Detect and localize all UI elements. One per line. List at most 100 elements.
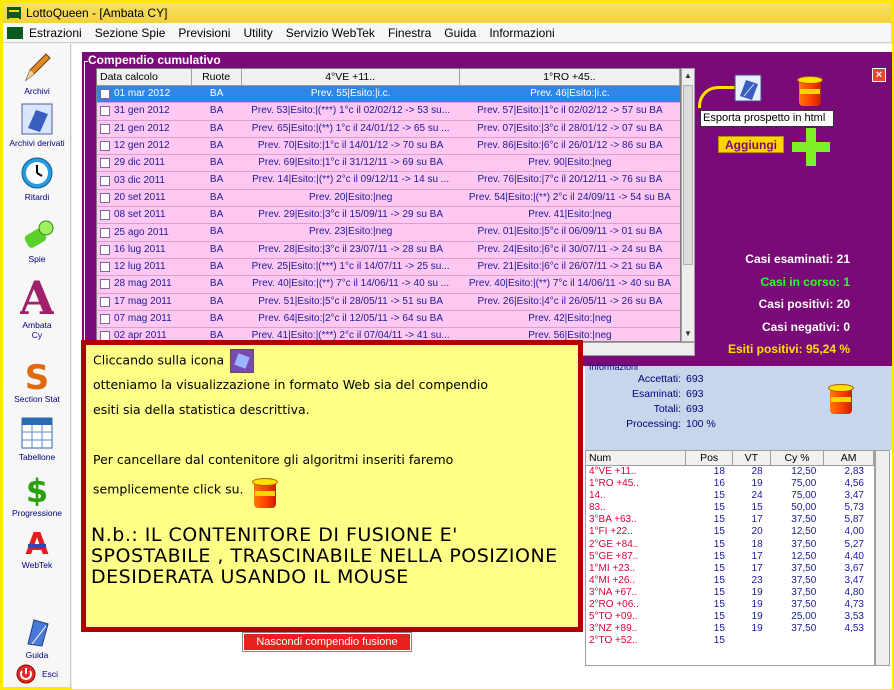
- row-checkbox[interactable]: [100, 244, 110, 255]
- compendio-vertical-scrollbar[interactable]: ▲ ▼: [681, 68, 695, 342]
- table-row[interactable]: 07 mag 2011 BA Prev. 64|Esito:|2°c il 12/0…: [97, 311, 680, 329]
- sidebar-item-esci[interactable]: Esci: [3, 664, 71, 684]
- table-row[interactable]: 25 ago 2011 BA Prev. 23|Esito:|neg Prev. 01…: [97, 224, 680, 242]
- sidebar-item-tabellone[interactable]: Tabellone: [3, 416, 71, 462]
- date-cell[interactable]: 03 dic 2011: [97, 172, 192, 188]
- column-header[interactable]: Num: [586, 451, 687, 465]
- table-row[interactable]: 12 gen 2012 BA Prev. 70|Esito:|1°c il 14/0…: [97, 138, 680, 156]
- column-header[interactable]: Pos: [686, 451, 733, 465]
- table-row[interactable]: 12 lug 2011 BA Prev. 25|Esito:|(***) 1°c i…: [97, 259, 680, 277]
- date-cell[interactable]: 20 set 2011: [97, 190, 192, 206]
- scroll-down-arrow-icon[interactable]: ▼: [682, 327, 694, 341]
- table-row[interactable]: 4°VE +11.. 18 28 12,50 2,83: [586, 466, 874, 478]
- row-checkbox[interactable]: [100, 227, 110, 238]
- date-cell[interactable]: 28 mag 2011: [97, 276, 192, 292]
- note-line-5: semplicemente click su.: [93, 481, 244, 497]
- table-row[interactable]: 01 mar 2012 BA Prev. 55|Esito:|i.c. Prev. 4…: [97, 86, 680, 104]
- menu-guida[interactable]: Guida: [444, 26, 476, 40]
- trash-bucket-icon[interactable]: [828, 384, 854, 414]
- row-checkbox[interactable]: [100, 192, 110, 203]
- column-header[interactable]: 4°VE +11..: [242, 69, 460, 85]
- row-checkbox[interactable]: [100, 210, 110, 221]
- table-row[interactable]: 2°TO +52.. 15: [586, 635, 874, 647]
- trash-bucket-icon[interactable]: [797, 76, 823, 106]
- table-row[interactable]: 1°RO +45.. 16 19 75,00 4,56: [586, 478, 874, 490]
- scroll-thumb[interactable]: [683, 85, 693, 265]
- menu-informazioni[interactable]: Informazioni: [489, 26, 554, 40]
- statistics-scrollbar[interactable]: [875, 450, 890, 666]
- sidebar-item-guida[interactable]: Guida: [3, 614, 71, 660]
- date-cell[interactable]: 17 mag 2011: [97, 294, 192, 310]
- table-row[interactable]: 20 set 2011 BA Prev. 20|Esito:|neg Prev. 54…: [97, 190, 680, 208]
- annotation-note[interactable]: Cliccando sulla icona otteniamo la visua…: [81, 340, 583, 632]
- sidebar-item-webtek[interactable]: A WebTek: [3, 524, 71, 570]
- menu-finestra[interactable]: Finestra: [388, 26, 431, 40]
- menu-app-icon[interactable]: [7, 26, 23, 39]
- menu-previsioni[interactable]: Previsioni: [178, 26, 230, 40]
- sidebar-item-ambata-cy[interactable]: A Ambata Cy: [3, 271, 71, 340]
- sidebar-item-archivi[interactable]: Archivi: [3, 50, 71, 96]
- table-row[interactable]: 03 dic 2011 BA Prev. 14|Esito:|(**) 2°c il…: [97, 172, 680, 190]
- table-row[interactable]: 83.. 15 15 50,00 5,73: [586, 502, 874, 514]
- table-row[interactable]: 17 mag 2011 BA Prev. 51|Esito:|5°c il 28/0…: [97, 294, 680, 311]
- table-row[interactable]: 29 dic 2011 BA Prev. 69|Esito:|1°c il 31/1…: [97, 155, 680, 173]
- row-checkbox[interactable]: [100, 106, 110, 117]
- table-row[interactable]: 4°MI +26.. 15 23 37,50 3,47: [586, 575, 874, 587]
- date-cell[interactable]: 08 set 2011: [97, 207, 192, 223]
- table-row[interactable]: 2°RO +06.. 15 19 37,50 4,73: [586, 599, 874, 611]
- date-cell[interactable]: 29 dic 2011: [97, 155, 192, 171]
- close-button[interactable]: ×: [872, 68, 886, 82]
- sidebar-item-progressione[interactable]: $ Progressione: [3, 472, 71, 518]
- scroll-up-arrow-icon[interactable]: ▲: [682, 69, 694, 83]
- export-html-icon[interactable]: [734, 74, 762, 102]
- row-checkbox[interactable]: [100, 279, 110, 290]
- row-checkbox[interactable]: [100, 262, 110, 273]
- menu-servizio-webtek[interactable]: Servizio WebTek: [286, 26, 375, 40]
- sidebar-item-section-stat[interactable]: S Section Stat: [3, 358, 71, 404]
- table-row[interactable]: 5°GE +87.. 15 17 12,50 4,40: [586, 551, 874, 563]
- table-row[interactable]: 3°BA +63.. 15 17 37,50 5,87: [586, 514, 874, 526]
- date-cell[interactable]: 21 gen 2012: [97, 121, 192, 137]
- row-checkbox[interactable]: [100, 175, 110, 186]
- table-row[interactable]: 16 lug 2011 BA Prev. 28|Esito:|3°c il 23/0…: [97, 242, 680, 259]
- row-checkbox[interactable]: [100, 158, 110, 169]
- column-header[interactable]: Data calcolo: [97, 69, 192, 85]
- sidebar-item-spie[interactable]: Spie: [3, 218, 71, 264]
- menu-estrazioni[interactable]: Estrazioni: [29, 26, 82, 40]
- aggiungi-button[interactable]: Aggiungi: [718, 136, 784, 153]
- column-header[interactable]: VT: [733, 451, 771, 465]
- table-row[interactable]: 14.. 15 24 75,00 3,47: [586, 490, 874, 502]
- row-checkbox[interactable]: [100, 89, 110, 100]
- table-row[interactable]: 5°TO +09.. 15 19 25,00 3,53: [586, 611, 874, 623]
- plus-icon[interactable]: [792, 128, 830, 166]
- column-header[interactable]: AM: [824, 451, 874, 465]
- date-cell[interactable]: 12 lug 2011: [97, 259, 192, 275]
- date-cell[interactable]: 07 mag 2011: [97, 311, 192, 327]
- table-row[interactable]: 21 gen 2012 BA Prev. 65|Esito:|(**) 1°c il…: [97, 121, 680, 138]
- date-cell[interactable]: 16 lug 2011: [97, 242, 192, 258]
- row-checkbox[interactable]: [100, 123, 110, 134]
- row-checkbox[interactable]: [100, 141, 110, 152]
- date-cell[interactable]: 31 gen 2012: [97, 103, 192, 119]
- table-row[interactable]: 08 set 2011 BA Prev. 29|Esito:|3°c il 15/0…: [97, 207, 680, 225]
- table-row[interactable]: 3°NZ +89.. 15 19 37,50 4,53: [586, 623, 874, 635]
- row-checkbox[interactable]: [100, 296, 110, 307]
- sidebar-item-ritardi[interactable]: Ritardi: [3, 156, 71, 202]
- column-header[interactable]: Cy %: [771, 451, 825, 465]
- date-cell[interactable]: 25 ago 2011: [97, 224, 192, 240]
- table-row[interactable]: 1°FI +22.. 15 20 12,50 4,00: [586, 526, 874, 538]
- table-row[interactable]: 3°NA +67.. 15 19 37,50 4,80: [586, 587, 874, 599]
- date-cell[interactable]: 12 gen 2012: [97, 138, 192, 154]
- row-checkbox[interactable]: [100, 314, 110, 324]
- table-row[interactable]: 31 gen 2012 BA Prev. 53|Esito:|(***) 1°c i…: [97, 103, 680, 121]
- sidebar-item-archivi-derivati[interactable]: Archivi derivati: [3, 102, 71, 148]
- nascondi-compendio-button[interactable]: Nascondi compendio fusione: [242, 632, 412, 652]
- column-header[interactable]: 1°RO +45..: [460, 69, 680, 85]
- date-cell[interactable]: 01 mar 2012: [97, 86, 192, 102]
- column-header[interactable]: Ruote: [192, 69, 242, 85]
- table-row[interactable]: 1°MI +23.. 15 17 37,50 3,67: [586, 563, 874, 575]
- menu-sezione-spie[interactable]: Sezione Spie: [95, 26, 166, 40]
- menu-utility[interactable]: Utility: [243, 26, 272, 40]
- table-row[interactable]: 28 mag 2011 BA Prev. 40|Esito:|(**) 7°c il…: [97, 276, 680, 294]
- table-row[interactable]: 2°GE +84.. 15 18 37,50 5,27: [586, 539, 874, 551]
